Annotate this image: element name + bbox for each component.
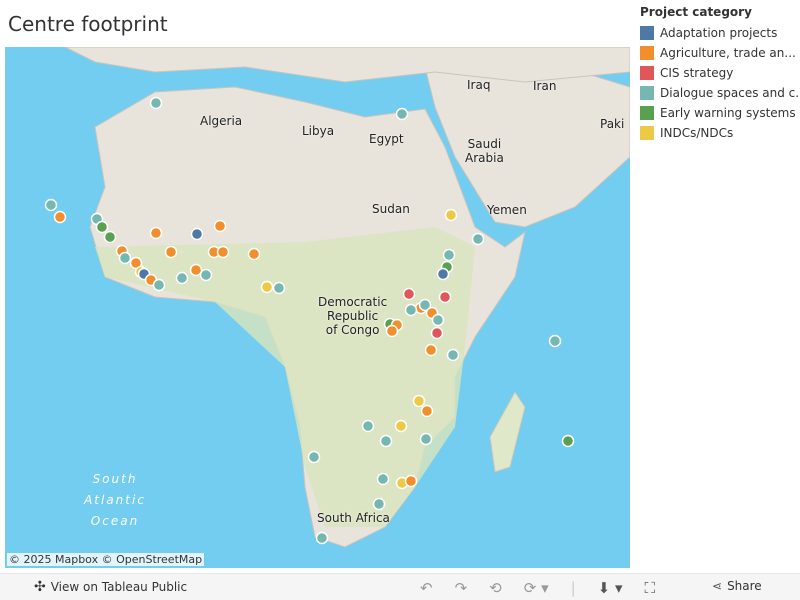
map-marker[interactable] xyxy=(444,208,458,222)
map-marker[interactable] xyxy=(216,245,230,259)
dashboard-title: Centre footprint xyxy=(8,12,168,36)
legend-item[interactable]: CIS strategy xyxy=(640,63,800,83)
share-icon: ⋖ xyxy=(712,579,723,593)
legend: Project category Adaptation projects Agri… xyxy=(640,5,800,143)
legend-swatch xyxy=(640,126,654,140)
map-marker[interactable] xyxy=(412,394,426,408)
map-marker[interactable] xyxy=(548,334,562,348)
map-marker[interactable] xyxy=(471,232,485,246)
legend-item[interactable]: Early warning systems xyxy=(640,103,800,123)
map-marker[interactable] xyxy=(260,280,274,294)
map-marker[interactable] xyxy=(118,251,132,265)
map-marker[interactable] xyxy=(149,226,163,240)
map-marker[interactable] xyxy=(189,263,203,277)
legend-swatch xyxy=(640,26,654,40)
tableau-logo-icon: ✣ xyxy=(34,579,46,595)
map-marker[interactable] xyxy=(430,326,444,340)
map-marker[interactable] xyxy=(307,450,321,464)
map-marker[interactable] xyxy=(431,313,445,327)
map-marker[interactable] xyxy=(379,434,393,448)
revert-icon[interactable]: ⟲ xyxy=(489,579,502,597)
map-marker[interactable] xyxy=(376,472,390,486)
map-marker[interactable] xyxy=(420,404,434,418)
map-attribution[interactable]: © 2025 Mapbox © OpenStreetMap xyxy=(7,553,205,566)
map-marker[interactable] xyxy=(95,220,109,234)
map-marker[interactable] xyxy=(395,107,409,121)
legend-label: CIS strategy xyxy=(660,66,734,80)
map-marker[interactable] xyxy=(44,198,58,212)
map-marker[interactable] xyxy=(164,245,178,259)
refresh-icon[interactable]: ⟳ ▾ xyxy=(524,579,549,597)
map-marker[interactable] xyxy=(315,531,329,545)
map-marker[interactable] xyxy=(247,247,261,261)
legend-label: Dialogue spaces and c... xyxy=(660,86,800,100)
map-marker[interactable] xyxy=(402,287,416,301)
legend-title: Project category xyxy=(640,5,752,19)
map-marker[interactable] xyxy=(394,419,408,433)
map-marker[interactable] xyxy=(152,278,166,292)
legend-label: Agriculture, trade an... xyxy=(660,46,796,60)
toolbar: ✣ View on Tableau Public ↶ ↷ ⟲ ⟳ ▾ | ⬇ ▾ … xyxy=(0,573,800,600)
fullscreen-icon[interactable]: ⛶ xyxy=(645,579,656,597)
map-marker[interactable] xyxy=(361,419,375,433)
map-marker[interactable] xyxy=(446,348,460,362)
undo-icon[interactable]: ↶ xyxy=(420,579,433,597)
map-marker[interactable] xyxy=(53,210,67,224)
map-marker[interactable] xyxy=(199,268,213,282)
map-marker[interactable] xyxy=(404,303,418,317)
map-marker[interactable] xyxy=(438,290,452,304)
marker-layer xyxy=(44,96,575,545)
map-marker[interactable] xyxy=(272,281,286,295)
map-marker[interactable] xyxy=(404,474,418,488)
redo-icon[interactable]: ↷ xyxy=(455,579,468,597)
map-marker[interactable] xyxy=(372,497,386,511)
map-marker[interactable] xyxy=(385,324,399,338)
map-marker[interactable] xyxy=(103,230,117,244)
map-marker[interactable] xyxy=(190,227,204,241)
legend-swatch xyxy=(640,86,654,100)
map-marker[interactable] xyxy=(442,248,456,262)
map-marker[interactable] xyxy=(213,219,227,233)
view-on-tableau-button[interactable]: ✣ View on Tableau Public xyxy=(34,579,187,595)
legend-swatch xyxy=(640,106,654,120)
download-icon[interactable]: ⬇ ▾ xyxy=(598,579,623,597)
map-marker[interactable] xyxy=(561,434,575,448)
legend-label: INDCs/NDCs xyxy=(660,126,734,140)
divider: | xyxy=(570,579,576,597)
map-marker[interactable] xyxy=(175,271,189,285)
map-marker[interactable] xyxy=(436,267,450,281)
map[interactable]: Algeria Libya Egypt Sudan Iraq Iran Paki… xyxy=(5,47,630,568)
legend-item[interactable]: Agriculture, trade an... xyxy=(640,43,800,63)
legend-item[interactable]: Adaptation projects xyxy=(640,23,800,43)
share-button[interactable]: ⋖ Share xyxy=(712,579,762,593)
legend-swatch xyxy=(640,46,654,60)
map-marker[interactable] xyxy=(149,96,163,110)
legend-item[interactable]: Dialogue spaces and c... xyxy=(640,83,800,103)
legend-item[interactable]: INDCs/NDCs xyxy=(640,123,800,143)
legend-label: Early warning systems xyxy=(660,106,796,120)
map-marker[interactable] xyxy=(424,343,438,357)
map-marker[interactable] xyxy=(419,432,433,446)
legend-swatch xyxy=(640,66,654,80)
legend-label: Adaptation projects xyxy=(660,26,778,40)
